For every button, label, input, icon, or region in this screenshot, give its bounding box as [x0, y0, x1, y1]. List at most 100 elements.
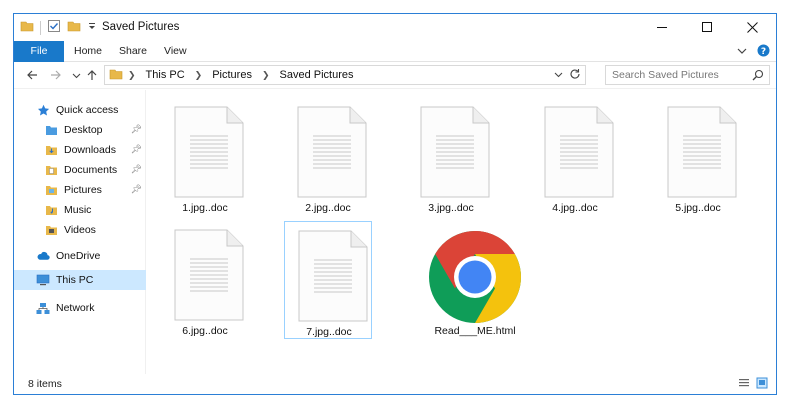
document-icon: [174, 106, 244, 198]
pin-icon[interactable]: 📌︎: [131, 144, 142, 155]
view-switcher: [738, 377, 768, 392]
sidebar-item-label: Pictures: [64, 184, 102, 196]
pin-icon[interactable]: 📌︎: [131, 184, 142, 195]
pin-icon[interactable]: 📌︎: [131, 164, 142, 175]
chevron-right-icon: ❯: [194, 69, 203, 80]
details-view-icon[interactable]: [738, 377, 750, 392]
tab-view[interactable]: View: [154, 41, 197, 62]
file-item[interactable]: 6.jpg..doc: [161, 221, 249, 339]
pin-icon[interactable]: 📌︎: [131, 124, 142, 135]
file-item[interactable]: 5.jpg..doc: [654, 98, 742, 216]
documents-folder-icon: [44, 163, 58, 177]
breadcrumb-pictures[interactable]: Pictures: [212, 69, 252, 81]
navigation-pane: Quick access Desktop 📌︎ Downloads 📌︎ Doc…: [14, 90, 146, 374]
file-name: 1.jpg..doc: [182, 202, 228, 214]
sidebar-item-label: This PC: [56, 274, 94, 286]
customize-toolbar-icon[interactable]: [87, 19, 97, 36]
sidebar-item-pictures[interactable]: Pictures 📌︎: [14, 180, 146, 200]
document-icon: [667, 106, 737, 198]
tab-share[interactable]: Share: [109, 41, 157, 62]
forward-button[interactable]: [48, 67, 64, 83]
sidebar-item-videos[interactable]: Videos: [14, 220, 146, 240]
minimize-button[interactable]: [640, 14, 685, 41]
file-item[interactable]: 4.jpg..doc: [531, 98, 619, 216]
arrow-right-icon: [51, 70, 61, 80]
close-button[interactable]: [730, 14, 775, 41]
item-count: 8 items: [28, 378, 62, 390]
sidebar-item-label: Network: [56, 302, 95, 314]
document-icon: [297, 106, 367, 198]
file-item[interactable]: 2.jpg..doc: [284, 98, 372, 216]
sidebar-item-label: Videos: [64, 224, 96, 236]
star-icon: [36, 103, 50, 117]
arrow-up-icon: [87, 70, 97, 80]
up-button[interactable]: [84, 67, 100, 83]
sidebar-item-onedrive[interactable]: OneDrive: [14, 246, 146, 266]
explorer-window: Saved Pictures File Home Share View ? ❯ …: [13, 13, 777, 395]
sidebar-item-desktop[interactable]: Desktop 📌︎: [14, 120, 146, 140]
sidebar-item-label: Documents: [64, 164, 118, 176]
address-bar[interactable]: ❯ This PC ❯ Pictures ❯ Saved Pictures: [104, 65, 586, 85]
recent-locations-button[interactable]: [68, 67, 84, 83]
sidebar-item-documents[interactable]: Documents 📌︎: [14, 160, 146, 180]
close-icon: [747, 22, 758, 33]
document-icon: [544, 106, 614, 198]
sidebar-item-downloads[interactable]: Downloads 📌︎: [14, 140, 146, 160]
title-bar: Saved Pictures: [14, 14, 776, 41]
sidebar-item-network[interactable]: Network: [14, 298, 146, 318]
file-name: 5.jpg..doc: [675, 202, 721, 214]
maximize-icon: [702, 22, 712, 32]
sidebar-item-this-pc[interactable]: This PC: [14, 270, 146, 290]
sidebar-item-label: Downloads: [64, 144, 116, 156]
file-item[interactable]: Read___ME.html: [419, 221, 531, 339]
cloud-icon: [36, 249, 50, 263]
minimize-icon: [657, 27, 667, 28]
large-icons-view-icon[interactable]: [756, 377, 768, 392]
sidebar-item-quick-access[interactable]: Quick access: [14, 100, 146, 120]
file-item-focused[interactable]: 7.jpg..doc: [284, 221, 372, 339]
chrome-icon: [429, 231, 521, 323]
search-icon[interactable]: [752, 69, 764, 87]
search-input[interactable]: Search Saved Pictures: [605, 65, 770, 85]
quick-access-toolbar: [20, 19, 97, 36]
file-list: 1.jpg..doc 2.jpg..doc 3.jpg..doc 4.jpg..…: [147, 90, 776, 374]
status-bar: 8 items: [14, 374, 776, 394]
sidebar-item-music[interactable]: Music: [14, 200, 146, 220]
sidebar-item-label: Music: [64, 204, 92, 216]
help-icon[interactable]: ?: [757, 44, 770, 60]
sidebar-item-label: OneDrive: [56, 250, 101, 262]
music-folder-icon: [44, 203, 58, 217]
expand-ribbon-icon[interactable]: [737, 46, 747, 59]
new-folder-icon[interactable]: [67, 19, 81, 36]
chevron-right-icon: ❯: [261, 69, 270, 80]
network-icon: [36, 301, 50, 315]
refresh-icon[interactable]: [569, 68, 581, 83]
address-dropdown-icon[interactable]: [554, 70, 563, 81]
pictures-folder-icon: [44, 183, 58, 197]
computer-icon: [36, 273, 50, 287]
file-item[interactable]: 1.jpg..doc: [161, 98, 249, 216]
tab-file[interactable]: File: [14, 41, 64, 62]
videos-folder-icon: [44, 223, 58, 237]
back-button[interactable]: [24, 67, 40, 83]
document-icon: [420, 106, 490, 198]
document-icon: [174, 229, 244, 321]
file-item[interactable]: 3.jpg..doc: [407, 98, 495, 216]
sidebar-item-label: Quick access: [56, 104, 119, 116]
tab-home[interactable]: Home: [64, 41, 112, 62]
sidebar-item-label: Desktop: [64, 124, 103, 136]
folder-icon: [44, 123, 58, 137]
downloads-folder-icon: [44, 143, 58, 157]
maximize-button[interactable]: [685, 14, 730, 41]
document-icon: [298, 230, 368, 322]
chevron-right-icon: ❯: [128, 69, 136, 80]
ribbon-tabs: File Home Share View ?: [14, 41, 776, 62]
address-row: ❯ This PC ❯ Pictures ❯ Saved Pictures Se…: [14, 62, 776, 89]
svg-text:?: ?: [761, 47, 766, 57]
breadcrumb-saved-pictures[interactable]: Saved Pictures: [280, 69, 354, 81]
properties-checkbox-icon[interactable]: [47, 19, 61, 36]
file-name: 3.jpg..doc: [428, 202, 474, 214]
folder-icon[interactable]: [20, 19, 34, 36]
file-name: 6.jpg..doc: [182, 325, 228, 337]
breadcrumb-this-pc[interactable]: This PC: [146, 69, 185, 81]
